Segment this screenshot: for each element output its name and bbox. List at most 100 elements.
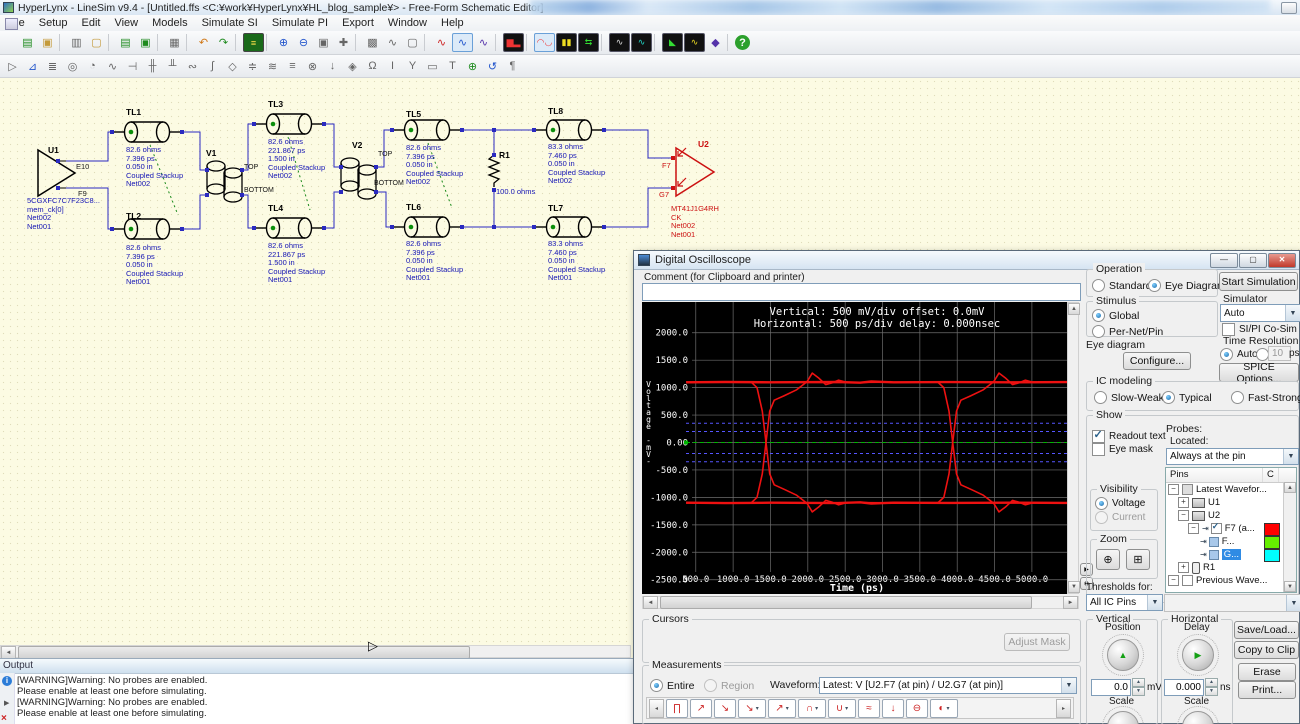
play-icon[interactable]: ▶ bbox=[4, 699, 9, 707]
thresholds-combo[interactable]: All IC Pins▼ bbox=[1086, 594, 1163, 611]
via-tool-icon[interactable]: ◈ bbox=[343, 58, 362, 75]
tl5-ref[interactable]: TL5 bbox=[406, 109, 421, 119]
si-wizard-icon[interactable]: ∿ bbox=[432, 34, 451, 51]
radio-region[interactable]: Region bbox=[704, 679, 754, 692]
falling-edge-icon[interactable]: ↘ bbox=[738, 699, 766, 718]
r1-symbol[interactable] bbox=[489, 155, 499, 187]
readout-text-checkbox[interactable]: Readout text bbox=[1092, 430, 1166, 443]
ic2-tool-icon[interactable]: ◔ bbox=[83, 58, 102, 75]
impedance-icon[interactable]: Ω bbox=[363, 58, 382, 75]
undershoot-icon[interactable]: ∪ bbox=[828, 699, 856, 718]
start-simulation-button[interactable]: Start Simulation bbox=[1219, 272, 1298, 291]
menu-item[interactable]: Edit bbox=[74, 16, 107, 30]
undo-icon[interactable]: ↶ bbox=[194, 34, 213, 51]
no-connect-icon[interactable]: ⊗ bbox=[303, 58, 322, 75]
eye-density-icon[interactable]: ▆▂ bbox=[503, 33, 524, 52]
scroll-thumb[interactable] bbox=[660, 596, 1032, 609]
box-tool-icon[interactable]: ▭ bbox=[423, 58, 442, 75]
period-measure-icon[interactable]: ∏ bbox=[666, 699, 688, 718]
cap-pair-icon[interactable]: ≑ bbox=[243, 58, 262, 75]
spice-options-button[interactable]: SPICE Options... bbox=[1219, 363, 1299, 382]
radio-global[interactable]: Global bbox=[1092, 309, 1139, 322]
scroll-right-icon[interactable]: ▸ bbox=[1056, 699, 1071, 718]
vertical-position-input[interactable] bbox=[1091, 679, 1131, 696]
fall-time-icon[interactable]: ↘ bbox=[714, 699, 736, 718]
menu-item[interactable]: Export bbox=[335, 16, 381, 30]
dialog-title-bar[interactable]: Digital Oscilloscope — ▢ ✕ bbox=[634, 251, 1299, 270]
r1-ref[interactable]: R1 bbox=[499, 150, 510, 160]
select-tool-icon[interactable]: ▷ bbox=[3, 58, 22, 75]
help-icon[interactable]: ? bbox=[735, 35, 750, 50]
copy-to-clip-button[interactable]: Copy to Clip bbox=[1234, 641, 1299, 659]
radio-entire[interactable]: Entire bbox=[650, 679, 694, 692]
stackup-editor-icon[interactable]: ≡ bbox=[243, 33, 264, 52]
tl7-ref[interactable]: TL7 bbox=[548, 203, 563, 213]
sep[interactable] bbox=[601, 34, 607, 51]
radio-current[interactable]: Current bbox=[1095, 511, 1145, 524]
v1-symbol[interactable] bbox=[207, 161, 242, 202]
probe-wizard-icon[interactable]: ∿ bbox=[474, 34, 493, 51]
save-icon[interactable]: ▤ bbox=[116, 34, 135, 51]
tree-row-u1[interactable]: +U1 bbox=[1166, 496, 1296, 509]
swap-icon[interactable]: ↺ bbox=[483, 58, 502, 75]
resistor-tool-icon[interactable]: ∿ bbox=[103, 58, 122, 75]
stackup-tool-icon[interactable]: ≣ bbox=[43, 58, 62, 75]
sep[interactable] bbox=[108, 34, 114, 51]
waveform-combo[interactable]: Latest: V [U2.F7 (at pin) / U2.G7 (at pi… bbox=[819, 677, 1077, 694]
tree-row-r1[interactable]: +R1 bbox=[1166, 561, 1296, 574]
pan-icon[interactable]: ✚ bbox=[334, 34, 353, 51]
spectrum-icon[interactable]: ∿ bbox=[684, 33, 705, 52]
zoom-magnify-button[interactable]: ⊕ bbox=[1096, 549, 1120, 570]
report-icon[interactable]: ▢ bbox=[403, 34, 422, 51]
scroll-right-icon[interactable]: ► bbox=[1063, 596, 1078, 609]
radio-fast-strong[interactable]: Fast-Strong bbox=[1231, 391, 1300, 404]
ground-tool-icon[interactable]: ╨ bbox=[163, 58, 182, 75]
tree-row-f7[interactable]: −⇥F7 (a... bbox=[1166, 522, 1296, 535]
radio-voltage[interactable]: Voltage bbox=[1095, 497, 1145, 510]
sep[interactable] bbox=[654, 34, 660, 51]
new-file-icon[interactable]: ▤ bbox=[18, 34, 37, 51]
vertical-position-knob[interactable]: ▲ bbox=[1102, 634, 1144, 676]
print-icon[interactable]: ▦ bbox=[165, 34, 184, 51]
eye-width-icon[interactable]: ⊖ bbox=[906, 699, 928, 718]
eye-diagram-icon[interactable]: ◠◡ bbox=[534, 33, 555, 52]
pins-tree[interactable]: Pins C −Latest Wavefor... +U1 −U2 −⇥F7 (… bbox=[1165, 467, 1297, 593]
horizontal-delay-knob[interactable]: ▶ bbox=[1177, 634, 1219, 676]
sep[interactable] bbox=[186, 34, 192, 51]
window-minimize-button[interactable] bbox=[1281, 2, 1297, 14]
wave-viewer-icon[interactable]: ∿ bbox=[609, 33, 630, 52]
plot-vscrollbar[interactable]: ▲ ▼ bbox=[1067, 302, 1079, 594]
horizontal-scale-knob[interactable]: ▶ bbox=[1177, 706, 1219, 724]
series-rc-icon[interactable]: ╫ bbox=[143, 58, 162, 75]
menu-item[interactable]: Simulate PI bbox=[265, 16, 335, 30]
radio-standard[interactable]: Standard bbox=[1092, 279, 1152, 292]
sep[interactable] bbox=[526, 34, 532, 51]
redo-icon[interactable]: ↷ bbox=[214, 34, 233, 51]
v1-ref[interactable]: V1 bbox=[206, 148, 216, 158]
tl3-ref[interactable]: TL3 bbox=[268, 99, 283, 109]
sep[interactable] bbox=[157, 34, 163, 51]
zoom-fit-button[interactable]: ⊞ bbox=[1126, 549, 1150, 570]
export-file-icon[interactable]: ▥ bbox=[67, 34, 86, 51]
dialog-maximize-button[interactable]: ▢ bbox=[1239, 253, 1267, 268]
menu-item[interactable]: Simulate SI bbox=[195, 16, 265, 30]
u2-ref[interactable]: U2 bbox=[698, 139, 709, 149]
probe-down-icon[interactable]: ↓ bbox=[323, 58, 342, 75]
padstack-icon[interactable]: ▩ bbox=[363, 34, 382, 51]
coil-tool-icon[interactable]: ∫ bbox=[203, 58, 222, 75]
text-tool-icon[interactable]: T bbox=[443, 58, 462, 75]
pad-tool-icon[interactable]: ◇ bbox=[223, 58, 242, 75]
3d-view-icon[interactable]: ◆ bbox=[706, 34, 725, 51]
zoom-fit-icon[interactable]: ▣ bbox=[314, 34, 333, 51]
save-load-button[interactable]: Save/Load... bbox=[1234, 621, 1299, 639]
open-folder-icon[interactable]: ▣ bbox=[38, 34, 57, 51]
tree-row-f[interactable]: ⇥F... bbox=[1166, 535, 1296, 548]
sep[interactable] bbox=[495, 34, 501, 51]
tree-row-previous[interactable]: −Previous Wave... bbox=[1166, 574, 1296, 587]
erase-button[interactable]: Erase bbox=[1238, 663, 1296, 681]
radio-per-net-pin[interactable]: Per-Net/Pin bbox=[1092, 325, 1163, 338]
ibeam-icon[interactable]: I bbox=[383, 58, 402, 75]
plot-hscrollbar[interactable]: ◄ ► bbox=[642, 596, 1079, 609]
eye-mask-checkbox[interactable]: Eye mask bbox=[1092, 443, 1153, 456]
overshoot-icon[interactable]: ∩ bbox=[798, 699, 826, 718]
